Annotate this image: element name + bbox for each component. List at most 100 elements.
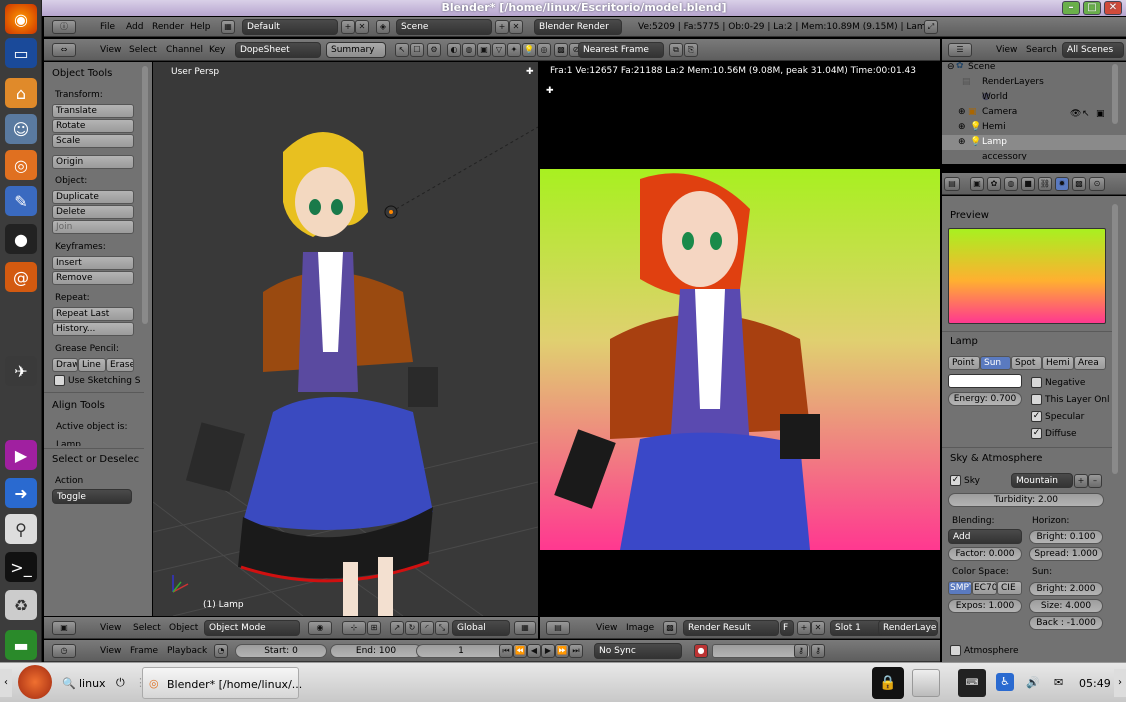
3d-view-editor-icon[interactable]: ▣ [52,621,76,635]
menu-render[interactable]: Render [152,22,184,32]
outliner-item-camera[interactable]: Camera [982,107,1017,117]
menu-frame[interactable]: Frame [130,646,158,656]
remove-keyframe-button[interactable]: Remove [52,271,134,285]
render-camera-icon[interactable]: ▣ [1096,109,1105,119]
render-result-view[interactable]: Fra:1 Ve:12657 Fa:21188 La:2 Mem:10.56M … [540,62,940,616]
fullscreen-icon[interactable]: ⤢ [924,20,938,34]
3d-viewport[interactable]: User Persp (1) Lamp ✚ [153,62,538,616]
outliner-item-hemi[interactable]: Hemi [982,122,1006,132]
image-select[interactable]: Render Result [683,620,779,636]
preview-title[interactable]: Preview [950,210,989,221]
snap-select[interactable]: Nearest Frame [578,42,664,58]
taskbar-blender-task[interactable]: ◎ Blender* [/home/linux/... [142,667,302,699]
expand-icon[interactable]: ⊕ [958,107,966,117]
add-preset-icon[interactable]: + [1074,474,1088,488]
only-selected-icon[interactable]: ↖ [395,43,409,57]
mode-select[interactable]: Object Mode [204,620,300,636]
sun-bright-field[interactable]: Bright: 2.000 [1029,582,1103,596]
lamp-type-hemi[interactable]: Hemi [1042,356,1074,370]
end-frame-field[interactable]: End: 100 [330,644,422,658]
outliner-item-lamp[interactable]: Lamp [982,137,1007,147]
drive-icon[interactable] [912,669,940,697]
fake-user-toggle[interactable]: F [780,620,794,636]
sky-preset-select[interactable]: Mountain [1011,473,1073,488]
align-tools-title[interactable]: Align Tools [52,400,105,411]
info-editor-icon[interactable]: ⓘ [52,20,76,34]
horizon-bright-field[interactable]: Bright: 0.100 [1029,530,1103,544]
paint-icon[interactable]: ✎ [5,186,37,216]
delete-button[interactable]: Delete [52,205,134,219]
keyboard-icon[interactable]: ⌨ [958,669,986,697]
lock-icon[interactable]: 🔒 [872,667,904,699]
current-frame-field[interactable]: 1 [416,644,506,658]
blender-icon[interactable]: ◎ [5,150,37,180]
timeline-editor-icon[interactable]: ◷ [52,644,76,658]
turbidity-field[interactable]: Turbidity: 2.00 [948,493,1104,507]
object-tools-title[interactable]: Object Tools [52,68,112,79]
filter-mesh-icon[interactable]: ◍ [462,43,476,57]
lamp-type-spot[interactable]: Spot [1011,356,1042,370]
scroll-right-arrow[interactable]: › [1114,669,1126,697]
unlink-image-icon[interactable]: ✕ [811,621,825,635]
jump-start-icon[interactable]: ⏮ [499,644,513,658]
sketching-checkbox[interactable] [54,375,65,386]
lamp-type-sun[interactable]: Sun [980,356,1011,370]
desktop-icon[interactable]: ▬ [5,630,37,660]
sync-select[interactable]: No Sync [594,643,682,659]
power-icon[interactable]: ⏻ [116,676,125,690]
start-frame-field[interactable]: Start: 0 [235,644,327,658]
menu-view[interactable]: View [100,646,121,656]
close-button[interactable]: ✕ [1104,1,1122,15]
copy-keys-icon[interactable]: ⧉ [669,43,683,57]
visibility-eye-icon[interactable]: 👁 [1070,109,1081,119]
menu-playback[interactable]: Playback [167,646,207,656]
outliner-scrollbar[interactable] [1112,64,1118,124]
minimize-button[interactable]: – [1062,1,1080,15]
layout-select[interactable]: Default [242,19,338,35]
filter-light-icon[interactable]: 💡 [522,43,536,57]
search-icon[interactable]: 🔍 [62,677,76,690]
menu-file[interactable]: File [100,22,115,32]
grease-erase-button[interactable]: Erase [106,358,134,372]
translate-manip-icon[interactable]: ↗ [390,621,404,635]
world-tab-icon[interactable]: ◍ [1004,177,1018,191]
duplicate-button[interactable]: Duplicate [52,190,134,204]
firefox-icon[interactable]: ◉ [5,4,37,34]
gimp-icon[interactable]: ● [5,224,37,254]
mail-icon[interactable]: ✉ [1054,676,1063,689]
action-select[interactable]: Toggle [52,489,132,504]
outliner-item-scene[interactable]: Scene [968,62,995,72]
scale-manip-icon[interactable]: ◜ [420,621,434,635]
dopesheet-editor-icon[interactable]: ⇔ [52,43,76,57]
filter-world-icon[interactable]: ◎ [537,43,551,57]
expand-icon[interactable]: ⊖ [947,62,955,72]
translate-button[interactable]: Translate [52,104,134,118]
users-icon[interactable]: ☺ [5,114,37,144]
color-space-ec70[interactable]: EC70 [972,581,997,595]
this-layer-checkbox[interactable] [1031,394,1042,405]
object-tab-icon[interactable]: ■ [1021,177,1035,191]
add-scene-icon[interactable]: + [495,20,509,34]
remove-scene-icon[interactable]: ✕ [509,20,523,34]
outliner-editor-icon[interactable]: ☰ [948,43,972,57]
join-button[interactable]: Join [52,220,134,234]
insert-keyset-icon[interactable]: ⚷ [794,644,808,658]
scroll-left-arrow[interactable]: ‹ [0,669,12,697]
constraint-tab-icon[interactable]: ⛓ [1038,177,1052,191]
maximize-button[interactable]: □ [1083,1,1101,15]
lamp-type-point[interactable]: Point [948,356,980,370]
play-icon[interactable]: ▶ [541,644,555,658]
render-layer-select[interactable]: RenderLayer [878,620,938,636]
jump-end-icon[interactable]: ⏭ [569,644,583,658]
rotate-manip-icon[interactable]: ↻ [405,621,419,635]
filter-camera-icon[interactable]: ▣ [477,43,491,57]
outliner-item-accessory[interactable]: accessory [982,152,1027,160]
image-editor-icon[interactable]: ▤ [546,621,570,635]
filter-objects-icon[interactable]: ◐ [447,43,461,57]
viewport-corner-icon[interactable]: ✚ [526,67,534,77]
menu-help[interactable]: Help [190,22,211,32]
preview-range-icon[interactable]: ◔ [214,644,228,658]
remove-preset-icon[interactable]: – [1088,474,1102,488]
new-image-icon[interactable]: + [797,621,811,635]
menu-search[interactable]: Search [1026,45,1057,55]
